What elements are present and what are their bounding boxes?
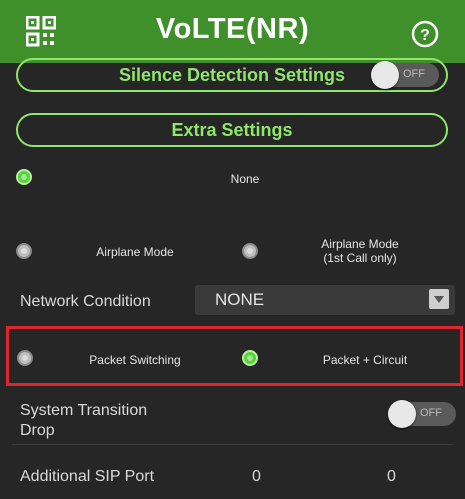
system-transition-drop-toggle[interactable]: OFF — [388, 400, 456, 428]
page-title: VoLTE(NR) — [155, 13, 310, 45]
app-header: VoLTE(NR) ? — [0, 0, 465, 63]
silence-detection-label: Silence Detection Settings — [118, 65, 346, 85]
radio-airplane-first-call[interactable] — [242, 243, 258, 259]
sip-port-value-2[interactable]: 0 — [387, 468, 396, 486]
svg-text:?: ? — [420, 27, 430, 44]
radio-packet-circuit[interactable] — [242, 350, 258, 366]
silence-detection-toggle[interactable]: OFF — [371, 61, 439, 89]
radio-airplane-mode-label: Airplane Mode — [96, 245, 174, 259]
divider — [12, 444, 453, 445]
radio-airplane-first-call-label: Airplane Mode (1st Call only) — [321, 237, 399, 265]
chevron-down-icon[interactable] — [429, 289, 449, 309]
network-condition-value: NONE — [215, 290, 265, 309]
system-transition-drop-label: System Transition Drop — [20, 402, 148, 439]
radio-none-label: None — [230, 172, 260, 186]
radio-none[interactable] — [16, 169, 32, 185]
radio-airplane-mode[interactable] — [16, 243, 32, 259]
toggle-state-label: OFF — [420, 407, 442, 419]
toggle-state-label: OFF — [403, 68, 425, 80]
radio-packet-circuit-label: Packet + Circuit — [322, 353, 408, 367]
additional-sip-port-label: Additional SIP Port — [20, 468, 155, 485]
network-condition-select[interactable]: NONE — [195, 285, 455, 315]
toggle-knob — [371, 61, 399, 89]
toggle-knob — [388, 400, 416, 428]
sip-port-value-1[interactable]: 0 — [252, 468, 261, 486]
extra-settings-label: Extra Settings — [171, 120, 293, 140]
radio-packet-switching-label: Packet Switching — [89, 353, 181, 367]
extra-settings-button[interactable]: Extra Settings — [16, 113, 448, 147]
help-icon[interactable]: ? — [411, 20, 439, 48]
network-condition-label: Network Condition — [20, 293, 151, 310]
radio-packet-switching[interactable] — [17, 350, 33, 366]
